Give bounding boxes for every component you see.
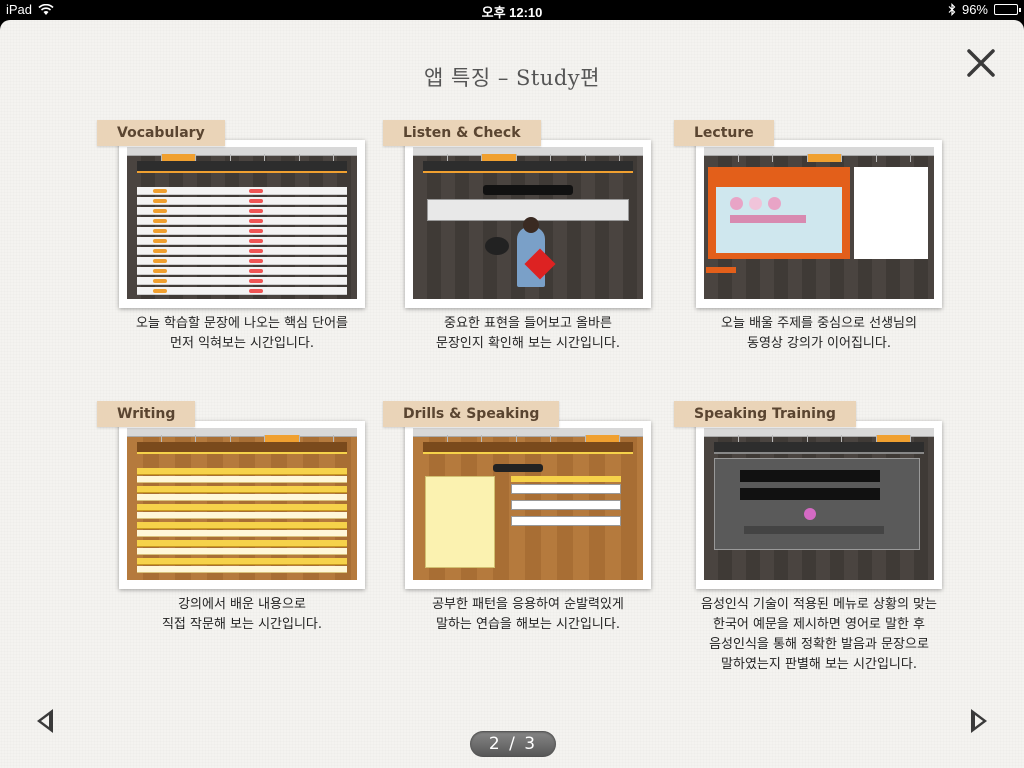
feature-tag: Lecture [674,120,774,146]
feature-description: 중요한 표현을 들어보고 올바른 문장인지 확인해 보는 시간입니다. [436,316,620,351]
feature-screenshot [405,140,651,308]
battery-icon [994,4,1021,15]
feature-screenshot [405,421,651,589]
feature-screenshot [119,421,365,589]
feature-tag: Writing [97,401,196,427]
feature-description: 공부한 패턴을 응용하여 순발력있게 말하는 연습을 해보는 시간입니다. [432,597,624,632]
feature-screenshot [119,140,365,308]
feature-tag: Vocabulary [97,120,225,146]
feature-description: 오늘 배울 주제를 중심으로 선생님의 동영상 강의가 이어집니다. [721,316,917,351]
feature-description: 오늘 학습할 문장에 나오는 핵심 단어를 먼저 익혀보는 시간입니다. [135,316,349,351]
next-arrow-icon[interactable] [969,708,989,734]
page-title: 앱 특징 – Study편 [424,66,600,90]
battery-percent: 96% [961,2,988,17]
status-time: 오후 12:10 [481,5,543,20]
feature-screenshot [696,421,942,589]
feature-description: 음성인식 기술이 적용된 메뉴로 상황의 맞는 한국어 예문을 제시하면 영어로… [701,597,937,672]
feature-tag: Listen & Check [383,120,541,146]
close-icon[interactable] [962,44,1000,82]
prev-arrow-icon[interactable] [35,708,55,734]
bluetooth-icon [948,3,956,16]
status-bar: iPad 오후 12:10 96% [0,0,1024,20]
feature-panel: 앱 특징 – Study편 Vocabulary 오늘 학습할 문장에 나오는 … [0,20,1024,768]
feature-tag: Drills & Speaking [383,401,560,427]
feature-screenshot [696,140,942,308]
feature-tag: Speaking Training [674,401,856,427]
feature-description: 강의에서 배운 내용으로 직접 작문해 보는 시간입니다. [161,597,323,632]
page-indicator: 2 / 3 [470,731,556,757]
